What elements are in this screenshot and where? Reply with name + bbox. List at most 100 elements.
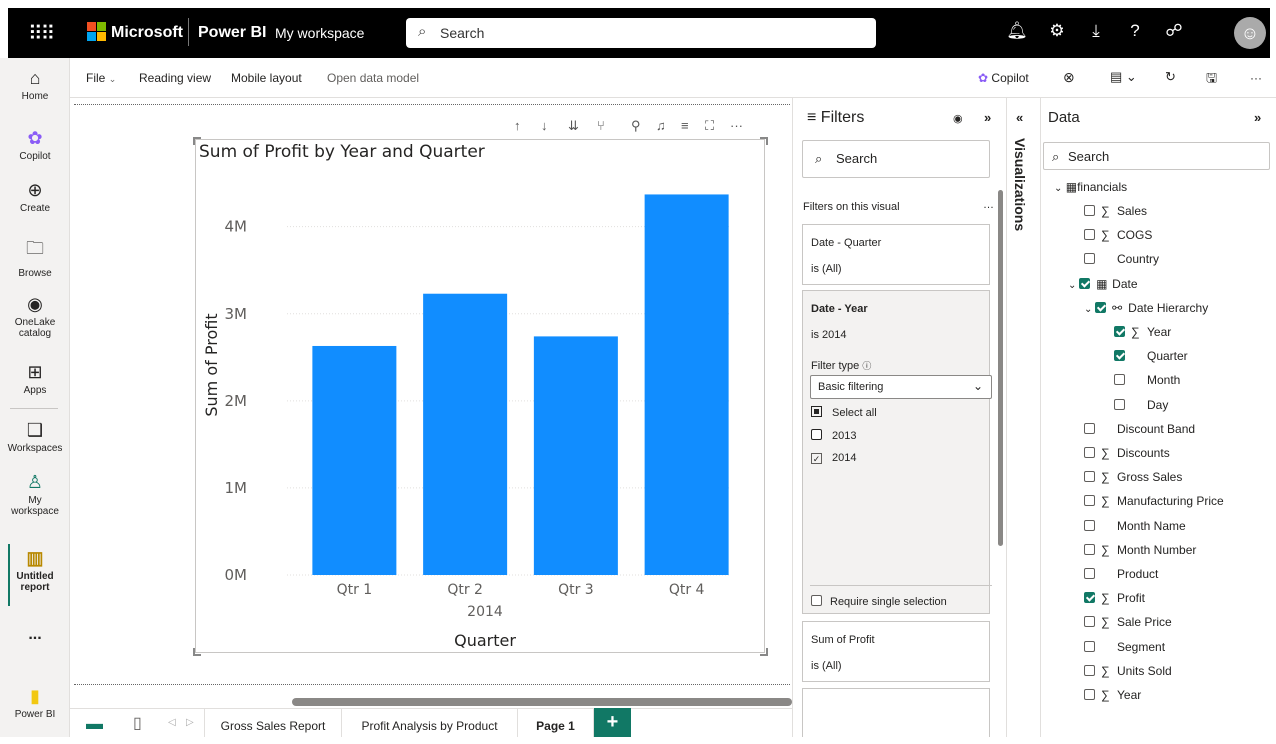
checkbox[interactable] (1084, 568, 1095, 579)
checkbox[interactable] (1084, 616, 1095, 628)
nav-my-workspace[interactable]: ♙ My workspace (0, 472, 70, 517)
checkbox[interactable] (1084, 664, 1095, 676)
field-quarter[interactable]: Quarter (1114, 349, 1188, 363)
collapse-data-icon[interactable]: » (1254, 110, 1261, 125)
bell-icon[interactable]: 🔔︎ (1006, 21, 1028, 41)
filter-type-dropdown[interactable]: Basic filtering ⌄ (810, 375, 992, 399)
expand-hierarchy-icon[interactable]: ⑂ (597, 118, 605, 133)
bar-qtr-1[interactable] (312, 345, 397, 575)
checkbox[interactable] (1084, 447, 1095, 458)
checkbox[interactable] (1084, 229, 1095, 241)
field-sale-price[interactable]: ∑ Sale Price (1084, 615, 1172, 629)
field-month-name[interactable]: Month Name (1084, 519, 1186, 533)
filters-search-input[interactable]: ⌕ Search (802, 140, 990, 178)
field-date[interactable]: ⌄ ▦ Date (1068, 277, 1138, 291)
drill-down-icon[interactable]: ↓ (541, 118, 548, 133)
checkbox[interactable] (1114, 326, 1125, 337)
desktop-layout-icon[interactable]: ▬ (86, 714, 103, 734)
more-options-icon[interactable]: ··· (730, 118, 743, 133)
nav-workspaces[interactable]: ❑ Workspaces (0, 420, 70, 454)
global-search-input[interactable]: ⌕ Search (406, 18, 876, 48)
expand-all-icon[interactable]: ⇊ (568, 118, 579, 134)
checkbox[interactable] (1084, 495, 1095, 507)
drill-up-icon[interactable]: ↑ (514, 118, 521, 133)
chevron-down-icon[interactable]: ⌄ (1084, 304, 1095, 315)
field-year[interactable]: ∑ Year (1114, 325, 1171, 339)
eye-icon[interactable]: ◉ (953, 112, 963, 125)
bar-qtr-4[interactable] (644, 194, 729, 575)
open-data-model-button[interactable]: Open data model (327, 71, 419, 85)
share-icon[interactable]: ☍ (1163, 21, 1185, 41)
checkbox[interactable] (1084, 689, 1095, 700)
checkbox[interactable] (1084, 519, 1095, 531)
table-financials[interactable]: ⌄ ▦financials (1054, 180, 1127, 194)
field-cogs[interactable]: ∑ COGS (1084, 228, 1152, 242)
tab-gross-sales-report[interactable]: Gross Sales Report (204, 708, 342, 737)
canvas-horizontal-scrollbar[interactable] (292, 698, 792, 706)
nav-more[interactable]: ... (0, 626, 70, 644)
mobile-layout-icon[interactable]: ▯ (133, 713, 142, 733)
filter-card-add[interactable] (802, 688, 990, 737)
data-search-input[interactable]: ⌕ Search (1043, 142, 1270, 170)
nav-apps[interactable]: ⊞ Apps (0, 362, 70, 396)
checkbox[interactable] (1095, 301, 1107, 313)
alert-icon[interactable]: ♫ (656, 118, 666, 133)
more-options-icon[interactable]: ··· (1250, 71, 1262, 85)
product-name[interactable]: Power BI (198, 24, 266, 42)
filter-option-2014[interactable]: ✓ 2014 (811, 452, 856, 464)
reading-view-button[interactable]: Reading view (139, 71, 211, 85)
filters-scrollbar[interactable] (998, 190, 1003, 546)
checkbox[interactable] (1084, 422, 1095, 434)
field-year[interactable]: ∑ Year (1084, 688, 1141, 702)
tab-page-1[interactable]: Page 1 (518, 708, 594, 737)
chart-bars[interactable] (312, 194, 729, 575)
checkbox[interactable] (1084, 205, 1095, 216)
checkbox[interactable] (1084, 592, 1095, 604)
field-manufacturing-price[interactable]: ∑ Manufacturing Price (1084, 494, 1224, 508)
filter-option-select-all[interactable]: Select all (811, 406, 877, 419)
nav-copilot[interactable]: ✿ Copilot (0, 128, 70, 162)
nav-create[interactable]: ⊕ Create (0, 180, 70, 214)
more-options-icon[interactable]: … (983, 199, 994, 211)
checkbox[interactable] (1084, 543, 1095, 555)
checkbox[interactable] (1079, 277, 1091, 289)
field-gross-sales[interactable]: ∑ Gross Sales (1084, 470, 1182, 484)
gear-icon[interactable]: ⚙ (1046, 21, 1068, 41)
require-single-selection[interactable]: Require single selection (811, 595, 947, 608)
add-page-button[interactable]: + (594, 708, 631, 737)
tab-prev-icon[interactable]: ◁ (168, 717, 176, 728)
filter-icon[interactable]: ≡ (681, 118, 689, 133)
bar-qtr-2[interactable] (423, 293, 508, 575)
bar-qtr-3[interactable] (533, 336, 618, 575)
expand-visualizations-icon[interactable]: « (1016, 110, 1023, 125)
field-day[interactable]: Day (1114, 398, 1168, 412)
field-month-number[interactable]: ∑ Month Number (1084, 543, 1196, 557)
nav-browse[interactable]: 🗀 Browse (0, 236, 70, 279)
field-segment[interactable]: Segment (1084, 640, 1165, 654)
field-month[interactable]: Month (1114, 373, 1180, 387)
field-date-hierarchy[interactable]: ⌄ ⚯ Date Hierarchy (1084, 301, 1208, 315)
tab-next-icon[interactable]: ▷ (186, 717, 194, 728)
focus-mode-icon[interactable]: ⛶ (705, 118, 714, 134)
app-launcher-icon[interactable]: ⠿⠿ (28, 21, 55, 46)
save-icon[interactable]: 🖫 (1206, 69, 1217, 91)
refresh-icon[interactable]: ↻ (1165, 69, 1176, 85)
help-icon[interactable]: ? (1124, 21, 1146, 41)
checkbox[interactable] (1114, 374, 1125, 386)
mobile-layout-button[interactable]: Mobile layout (231, 71, 302, 85)
checkbox[interactable] (1114, 398, 1125, 410)
nav-home[interactable]: ⌂ Home (0, 68, 70, 102)
checkbox[interactable] (1114, 350, 1125, 362)
nav-powerbi[interactable]: ▮ Power BI (0, 686, 70, 720)
collapse-filters-icon[interactable]: » (984, 110, 991, 125)
view-options-icon[interactable]: ▤ ⌄ (1110, 69, 1137, 85)
filter-option-2013[interactable]: 2013 (811, 429, 856, 442)
field-discount-band[interactable]: Discount Band (1084, 422, 1195, 436)
field-sales[interactable]: ∑ Sales (1084, 204, 1147, 218)
filter-card-date-year[interactable]: Date - Year is 2014 Filter type ⓘ Basic … (802, 290, 992, 614)
field-profit[interactable]: ∑ Profit (1084, 591, 1145, 605)
tab-profit-analysis[interactable]: Profit Analysis by Product (342, 708, 518, 737)
chevron-down-icon[interactable]: ⌄ (1068, 280, 1079, 291)
checkbox[interactable] (1084, 253, 1095, 265)
binoculars-icon[interactable]: ⊗ (1063, 69, 1075, 86)
